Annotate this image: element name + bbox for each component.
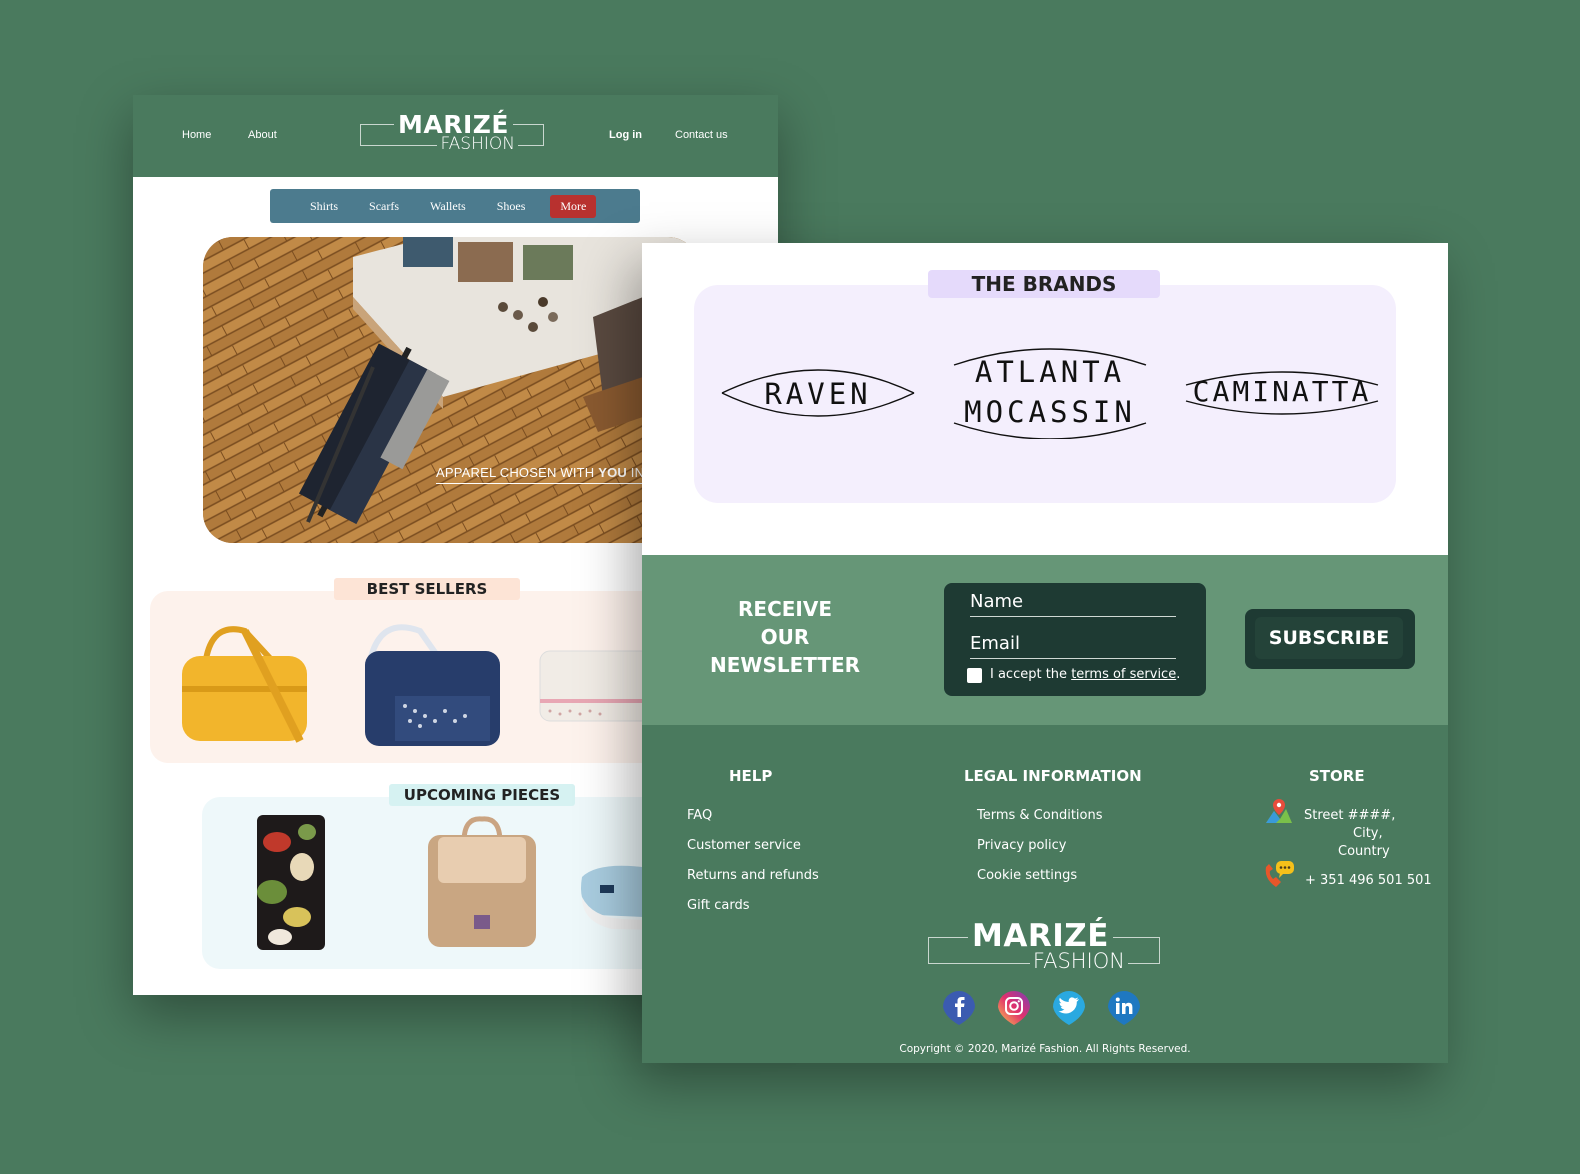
brand-caminatta-label: CAMINATTA (1192, 375, 1372, 408)
email-field[interactable]: Email (970, 633, 1176, 659)
nav-login-link[interactable]: Log in (609, 129, 642, 141)
brand-caminatta[interactable]: CAMINATTA (1184, 363, 1380, 423)
brands-title: THE BRANDS (928, 270, 1160, 298)
name-field[interactable]: Name (970, 591, 1176, 617)
brand-atlanta-label: ATLANTA (974, 355, 1126, 389)
brands-section: RAVEN ATLANTA MOCASSIN CAMINATTA (694, 285, 1396, 503)
product-yellow-bag[interactable] (182, 626, 307, 743)
category-shoes[interactable]: Shoes (497, 199, 526, 214)
logo-tagline: FASHION (437, 136, 518, 153)
subscribe-label: SUBSCRIBE (1255, 617, 1403, 659)
category-nav: Shirts Scarfs Wallets Shoes More (270, 189, 640, 223)
brand-raven[interactable]: RAVEN (720, 365, 916, 421)
terms-checkbox[interactable] (967, 668, 982, 683)
site-logo[interactable]: MARIZÉ FASHION (360, 112, 544, 153)
store-address-line2: City, (1353, 826, 1383, 841)
map-pin-icon (1266, 799, 1292, 823)
footer-link-terms[interactable]: Terms & Conditions (977, 808, 1103, 823)
subscribe-button[interactable]: SUBSCRIBE (1245, 609, 1415, 669)
facebook-icon[interactable] (939, 987, 979, 1027)
product-beige-backpack[interactable] (428, 816, 536, 947)
footer-link-customer-service[interactable]: Customer service (687, 838, 801, 853)
footer-logo-brand-name: MARIZÉ (968, 921, 1113, 952)
footer-logo-tagline: FASHION (1029, 951, 1128, 972)
upcoming-title: UPCOMING PIECES (389, 784, 575, 806)
nav-contact-link[interactable]: Contact us (675, 129, 728, 141)
store-address-line3: Country (1338, 844, 1390, 859)
footer-link-privacy[interactable]: Privacy policy (977, 838, 1066, 853)
store-phone[interactable]: + 351 496 501 501 (1305, 873, 1432, 888)
footer-logo[interactable]: MARIZÉ FASHION (928, 921, 1160, 973)
footer-link-cookies[interactable]: Cookie settings (977, 868, 1077, 883)
category-more-button[interactable]: More (550, 194, 597, 218)
product-navy-bag[interactable] (365, 624, 500, 746)
brand-raven-label: RAVEN (764, 377, 872, 411)
instagram-icon[interactable] (994, 987, 1034, 1027)
linkedin-icon[interactable] (1104, 987, 1144, 1027)
site-header: Home About MARIZÉ FASHION Log in Contact… (133, 95, 778, 177)
newsletter-title: RECEIVE OUR NEWSLETTER (710, 597, 861, 677)
newsletter-form: Name Email I accept the terms of service… (944, 583, 1206, 696)
brand-mocassin-label: MOCASSIN (964, 395, 1136, 429)
category-scarfs[interactable]: Scarfs (369, 199, 399, 214)
site-footer: HELP FAQ Customer service Returns and re… (642, 725, 1448, 1063)
phone-icon (1265, 861, 1294, 887)
category-wallets[interactable]: Wallets (430, 199, 466, 214)
footer-link-returns[interactable]: Returns and refunds (687, 868, 819, 883)
terms-of-service-link[interactable]: terms of service (1071, 667, 1176, 682)
footer-link-faq[interactable]: FAQ (687, 808, 712, 823)
twitter-icon[interactable] (1049, 987, 1089, 1027)
category-shirts[interactable]: Shirts (310, 199, 338, 214)
store-title: STORE (1309, 767, 1365, 785)
legal-title: LEGAL INFORMATION (964, 767, 1142, 785)
nav-home-link[interactable]: Home (182, 129, 211, 141)
hero-store-image (203, 237, 698, 543)
footer-link-gift-cards[interactable]: Gift cards (687, 898, 750, 913)
best-sellers-title: BEST SELLERS (334, 578, 520, 600)
hero-banner: APPAREL CHOSEN WITH YOU IN (203, 237, 698, 543)
product-floral-scarf[interactable] (257, 815, 325, 950)
hero-tagline: APPAREL CHOSEN WITH YOU IN (436, 465, 645, 480)
terms-accept-label: I accept the terms of service. (990, 667, 1181, 682)
brand-atlanta-mocassin[interactable]: ATLANTA MOCASSIN (952, 347, 1148, 439)
footer-mockup: RAVEN ATLANTA MOCASSIN CAMINATTA THE BRA… (642, 243, 1448, 1063)
help-title: HELP (729, 767, 773, 785)
copyright-text: Copyright © 2020, Marizé Fashion. All Ri… (899, 1043, 1191, 1055)
newsletter-section: RECEIVE OUR NEWSLETTER Name Email I acce… (642, 555, 1448, 725)
nav-about-link[interactable]: About (248, 129, 277, 141)
store-address-line1: Street ####, (1304, 808, 1396, 823)
